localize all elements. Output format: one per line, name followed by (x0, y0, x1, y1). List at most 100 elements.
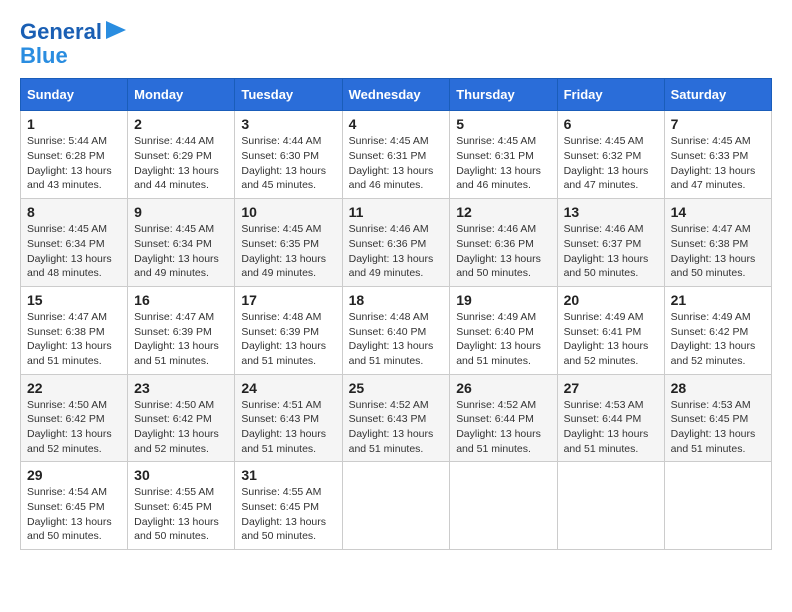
day-number: 16 (134, 292, 228, 308)
logo-blue: Blue (20, 43, 68, 68)
calendar-cell: 24 Sunrise: 4:51 AMSunset: 6:43 PMDaylig… (235, 374, 342, 462)
calendar-cell: 2 Sunrise: 4:44 AMSunset: 6:29 PMDayligh… (128, 111, 235, 199)
day-number: 14 (671, 204, 765, 220)
day-info: Sunrise: 4:55 AMSunset: 6:45 PMDaylight:… (241, 486, 326, 542)
calendar-cell: 16 Sunrise: 4:47 AMSunset: 6:39 PMDaylig… (128, 286, 235, 374)
day-info: Sunrise: 4:44 AMSunset: 6:30 PMDaylight:… (241, 135, 326, 191)
day-info: Sunrise: 4:50 AMSunset: 6:42 PMDaylight:… (27, 399, 112, 455)
calendar-cell: 11 Sunrise: 4:46 AMSunset: 6:36 PMDaylig… (342, 199, 450, 287)
calendar-cell: 13 Sunrise: 4:46 AMSunset: 6:37 PMDaylig… (557, 199, 664, 287)
day-info: Sunrise: 4:48 AMSunset: 6:39 PMDaylight:… (241, 311, 326, 367)
day-info: Sunrise: 4:48 AMSunset: 6:40 PMDaylight:… (349, 311, 434, 367)
day-number: 3 (241, 116, 335, 132)
calendar-cell (342, 462, 450, 550)
day-number: 7 (671, 116, 765, 132)
calendar-cell: 9 Sunrise: 4:45 AMSunset: 6:34 PMDayligh… (128, 199, 235, 287)
day-info: Sunrise: 4:45 AMSunset: 6:33 PMDaylight:… (671, 135, 756, 191)
day-number: 15 (27, 292, 121, 308)
calendar-cell: 26 Sunrise: 4:52 AMSunset: 6:44 PMDaylig… (450, 374, 557, 462)
day-info: Sunrise: 4:49 AMSunset: 6:40 PMDaylight:… (456, 311, 541, 367)
day-info: Sunrise: 4:52 AMSunset: 6:43 PMDaylight:… (349, 399, 434, 455)
day-info: Sunrise: 4:46 AMSunset: 6:37 PMDaylight:… (564, 223, 649, 279)
day-info: Sunrise: 4:46 AMSunset: 6:36 PMDaylight:… (349, 223, 434, 279)
calendar-cell: 28 Sunrise: 4:53 AMSunset: 6:45 PMDaylig… (664, 374, 771, 462)
calendar-cell (450, 462, 557, 550)
calendar-cell: 15 Sunrise: 4:47 AMSunset: 6:38 PMDaylig… (21, 286, 128, 374)
logo-arrow-icon (106, 21, 126, 39)
calendar-cell: 10 Sunrise: 4:45 AMSunset: 6:35 PMDaylig… (235, 199, 342, 287)
day-info: Sunrise: 4:49 AMSunset: 6:42 PMDaylight:… (671, 311, 756, 367)
calendar-cell (664, 462, 771, 550)
calendar-cell: 7 Sunrise: 4:45 AMSunset: 6:33 PMDayligh… (664, 111, 771, 199)
day-number: 30 (134, 467, 228, 483)
day-info: Sunrise: 4:54 AMSunset: 6:45 PMDaylight:… (27, 486, 112, 542)
day-info: Sunrise: 4:45 AMSunset: 6:34 PMDaylight:… (27, 223, 112, 279)
day-info: Sunrise: 4:47 AMSunset: 6:39 PMDaylight:… (134, 311, 219, 367)
day-number: 5 (456, 116, 550, 132)
logo-text: General (20, 20, 102, 44)
day-number: 23 (134, 380, 228, 396)
calendar-cell: 6 Sunrise: 4:45 AMSunset: 6:32 PMDayligh… (557, 111, 664, 199)
day-number: 26 (456, 380, 550, 396)
day-info: Sunrise: 4:45 AMSunset: 6:34 PMDaylight:… (134, 223, 219, 279)
day-info: Sunrise: 4:45 AMSunset: 6:35 PMDaylight:… (241, 223, 326, 279)
day-number: 2 (134, 116, 228, 132)
day-number: 22 (27, 380, 121, 396)
calendar-week-row: 15 Sunrise: 4:47 AMSunset: 6:38 PMDaylig… (21, 286, 772, 374)
day-number: 29 (27, 467, 121, 483)
calendar-week-row: 8 Sunrise: 4:45 AMSunset: 6:34 PMDayligh… (21, 199, 772, 287)
day-info: Sunrise: 4:47 AMSunset: 6:38 PMDaylight:… (27, 311, 112, 367)
day-info: Sunrise: 4:51 AMSunset: 6:43 PMDaylight:… (241, 399, 326, 455)
day-number: 25 (349, 380, 444, 396)
day-number: 20 (564, 292, 658, 308)
calendar-cell (557, 462, 664, 550)
day-number: 9 (134, 204, 228, 220)
day-number: 19 (456, 292, 550, 308)
day-info: Sunrise: 5:44 AMSunset: 6:28 PMDaylight:… (27, 135, 112, 191)
day-number: 4 (349, 116, 444, 132)
calendar-cell: 19 Sunrise: 4:49 AMSunset: 6:40 PMDaylig… (450, 286, 557, 374)
calendar-cell: 21 Sunrise: 4:49 AMSunset: 6:42 PMDaylig… (664, 286, 771, 374)
day-number: 6 (564, 116, 658, 132)
calendar-cell: 20 Sunrise: 4:49 AMSunset: 6:41 PMDaylig… (557, 286, 664, 374)
calendar-cell: 8 Sunrise: 4:45 AMSunset: 6:34 PMDayligh… (21, 199, 128, 287)
header-saturday: Saturday (664, 79, 771, 111)
day-info: Sunrise: 4:47 AMSunset: 6:38 PMDaylight:… (671, 223, 756, 279)
day-number: 1 (27, 116, 121, 132)
calendar-cell: 29 Sunrise: 4:54 AMSunset: 6:45 PMDaylig… (21, 462, 128, 550)
day-info: Sunrise: 4:45 AMSunset: 6:31 PMDaylight:… (349, 135, 434, 191)
day-info: Sunrise: 4:53 AMSunset: 6:45 PMDaylight:… (671, 399, 756, 455)
day-number: 13 (564, 204, 658, 220)
calendar-cell: 31 Sunrise: 4:55 AMSunset: 6:45 PMDaylig… (235, 462, 342, 550)
calendar-cell: 5 Sunrise: 4:45 AMSunset: 6:31 PMDayligh… (450, 111, 557, 199)
calendar-cell: 22 Sunrise: 4:50 AMSunset: 6:42 PMDaylig… (21, 374, 128, 462)
calendar-week-row: 29 Sunrise: 4:54 AMSunset: 6:45 PMDaylig… (21, 462, 772, 550)
day-number: 24 (241, 380, 335, 396)
day-number: 28 (671, 380, 765, 396)
calendar-cell: 1 Sunrise: 5:44 AMSunset: 6:28 PMDayligh… (21, 111, 128, 199)
calendar-week-row: 1 Sunrise: 5:44 AMSunset: 6:28 PMDayligh… (21, 111, 772, 199)
day-info: Sunrise: 4:44 AMSunset: 6:29 PMDaylight:… (134, 135, 219, 191)
header-wednesday: Wednesday (342, 79, 450, 111)
calendar-cell: 18 Sunrise: 4:48 AMSunset: 6:40 PMDaylig… (342, 286, 450, 374)
header: General Blue (20, 20, 772, 68)
day-info: Sunrise: 4:53 AMSunset: 6:44 PMDaylight:… (564, 399, 649, 455)
header-thursday: Thursday (450, 79, 557, 111)
calendar-cell: 30 Sunrise: 4:55 AMSunset: 6:45 PMDaylig… (128, 462, 235, 550)
day-number: 11 (349, 204, 444, 220)
day-number: 8 (27, 204, 121, 220)
day-info: Sunrise: 4:46 AMSunset: 6:36 PMDaylight:… (456, 223, 541, 279)
calendar-cell: 27 Sunrise: 4:53 AMSunset: 6:44 PMDaylig… (557, 374, 664, 462)
day-number: 18 (349, 292, 444, 308)
header-tuesday: Tuesday (235, 79, 342, 111)
calendar-table: SundayMondayTuesdayWednesdayThursdayFrid… (20, 78, 772, 550)
day-info: Sunrise: 4:45 AMSunset: 6:32 PMDaylight:… (564, 135, 649, 191)
calendar-cell: 23 Sunrise: 4:50 AMSunset: 6:42 PMDaylig… (128, 374, 235, 462)
logo: General Blue (20, 20, 126, 68)
day-info: Sunrise: 4:52 AMSunset: 6:44 PMDaylight:… (456, 399, 541, 455)
header-sunday: Sunday (21, 79, 128, 111)
calendar-cell: 12 Sunrise: 4:46 AMSunset: 6:36 PMDaylig… (450, 199, 557, 287)
calendar-cell: 25 Sunrise: 4:52 AMSunset: 6:43 PMDaylig… (342, 374, 450, 462)
day-number: 21 (671, 292, 765, 308)
day-number: 27 (564, 380, 658, 396)
